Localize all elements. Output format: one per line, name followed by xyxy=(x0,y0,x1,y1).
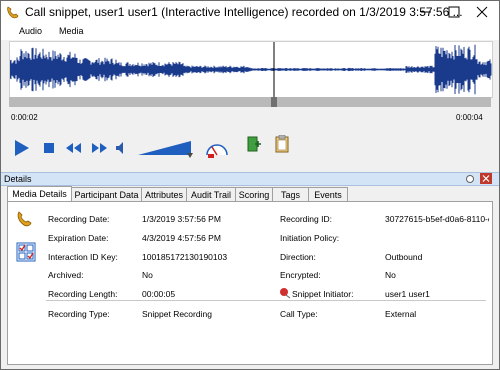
tab-media-details[interactable]: Media Details xyxy=(7,186,72,202)
volume-slider[interactable] xyxy=(137,139,197,159)
direction-label: Direction: xyxy=(280,252,316,262)
minimize-icon xyxy=(421,11,431,13)
export-icon[interactable] xyxy=(246,136,262,154)
time-end: 0:00:04 xyxy=(456,113,483,122)
menu-bar: Audio Media xyxy=(1,23,499,40)
waveform-display[interactable] xyxy=(9,41,493,98)
snippet-initiator-value: user1 user1 xyxy=(385,289,430,299)
clipboard-icon[interactable] xyxy=(275,135,289,153)
fast-forward-icon[interactable] xyxy=(91,142,109,154)
menu-audio[interactable]: Audio xyxy=(19,26,42,36)
recording-type-label: Recording Type: xyxy=(48,309,110,319)
recording-type-value: Snippet Recording xyxy=(142,309,212,319)
tab-scoring[interactable]: Scoring xyxy=(235,187,273,202)
rewind-icon[interactable] xyxy=(65,142,83,154)
details-header: Details xyxy=(1,172,499,186)
direction-value: Outbound xyxy=(385,252,423,262)
recording-length-value: 00:00:05 xyxy=(142,289,176,299)
interaction-id-key-value: 1001851721301901​03 xyxy=(142,252,228,262)
close-button[interactable] xyxy=(467,1,497,23)
details-separator xyxy=(46,300,486,301)
recording-date-label: Recording Date: xyxy=(48,214,110,224)
tab-audit-trail[interactable]: Audit Trail xyxy=(186,187,236,202)
tab-participant-data[interactable]: Participant Data xyxy=(71,187,142,202)
speaker-icon[interactable] xyxy=(115,141,127,155)
media-details-panel: Recording Date: 1/3/2019 3:57:56 PM Expi… xyxy=(7,201,493,365)
timeline-thumb[interactable] xyxy=(271,97,277,107)
phone-handset-icon xyxy=(17,211,32,227)
initiation-policy-label: Initiation Policy: xyxy=(280,233,340,243)
recording-window: Call snippet, user1 user1 (Interactive I… xyxy=(0,0,500,370)
timeline-scrollbar[interactable] xyxy=(9,97,491,107)
encrypted-label: Encrypted: xyxy=(280,270,321,280)
maximize-button[interactable] xyxy=(439,1,469,23)
title-bar: Call snippet, user1 user1 (Interactive I… xyxy=(1,1,499,23)
archived-label: Archived: xyxy=(48,270,84,280)
pin-icon[interactable] xyxy=(465,174,475,184)
call-type-value: External xyxy=(385,309,417,319)
encrypted-value: No xyxy=(385,270,396,280)
window-title: Call snippet, user1 user1 (Interactive I… xyxy=(25,5,463,19)
tab-events[interactable]: Events xyxy=(308,187,348,202)
waveform-path xyxy=(9,44,492,95)
time-start: 0:00:02 xyxy=(11,113,38,122)
recording-id-label: Recording ID: xyxy=(280,214,332,224)
maximize-icon xyxy=(448,6,460,18)
snippet-initiator-icon xyxy=(280,288,291,299)
snippet-initiator-label: Snippet Initiator: xyxy=(292,289,354,299)
recording-date-value: 1/3/2019 3:57:56 PM xyxy=(142,214,221,224)
details-close-button[interactable] xyxy=(480,173,492,184)
archived-value: No xyxy=(142,270,153,280)
recording-length-label: Recording Length: xyxy=(48,289,118,299)
waveform-graph xyxy=(9,42,492,97)
minimize-button[interactable] xyxy=(411,1,441,23)
grid-check-icon xyxy=(16,242,36,262)
expiration-date-label: Expiration Date: xyxy=(48,233,109,243)
call-type-label: Call Type: xyxy=(280,309,318,319)
menu-media[interactable]: Media xyxy=(59,26,84,36)
play-icon[interactable] xyxy=(13,139,31,157)
phone-handset-icon xyxy=(7,6,19,19)
tab-attributes[interactable]: Attributes xyxy=(141,187,187,202)
interaction-id-key-label: Interaction ID Key: xyxy=(48,252,118,262)
close-icon xyxy=(476,6,488,18)
details-label: Details xyxy=(4,174,32,184)
speed-gauge-icon[interactable] xyxy=(205,137,229,159)
tab-tags[interactable]: Tags xyxy=(272,187,309,202)
expiration-date-value: 4/3/2019 4:57:56 PM xyxy=(142,233,221,243)
recording-id-value: 30727615-b5ef-d0a6-8110-c xyxy=(385,214,489,224)
stop-icon[interactable] xyxy=(43,142,55,154)
